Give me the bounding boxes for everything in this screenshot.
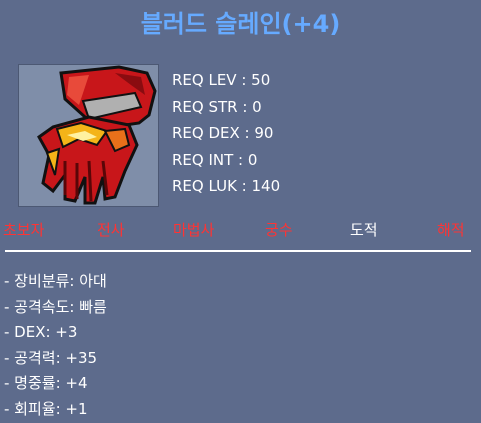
job-warrior: 전사 — [97, 219, 125, 240]
job-list: 초보자 전사 마법사 궁수 도적 해적 — [0, 219, 481, 247]
job-pirate: 해적 — [437, 219, 465, 240]
stat-avoidability: - 회피율: +1 — [4, 398, 107, 423]
stat-attack-speed: - 공격속도: 빠름 — [4, 296, 107, 322]
job-thief: 도적 — [350, 219, 378, 240]
req-str: REQ STR : 0 — [172, 96, 280, 123]
stat-dex: - DEX: +3 — [4, 321, 107, 347]
requirements-list: REQ LEV : 50 REQ STR : 0 REQ DEX : 90 RE… — [172, 69, 280, 202]
stats-list: - 장비분류: 아대 - 공격속도: 빠름 - DEX: +3 - 공격력: +… — [4, 270, 107, 423]
divider — [5, 250, 471, 252]
job-beginner: 초보자 — [3, 219, 44, 240]
req-luk: REQ LUK : 140 — [172, 175, 280, 202]
job-magician: 마법사 — [173, 219, 214, 240]
item-name-title: 블러드 슬레인(+4) — [0, 4, 481, 39]
req-int: REQ INT : 0 — [172, 149, 280, 176]
req-dex: REQ DEX : 90 — [172, 122, 280, 149]
req-level: REQ LEV : 50 — [172, 69, 280, 96]
red-glove-icon — [18, 64, 159, 207]
stat-category: - 장비분류: 아대 — [4, 270, 107, 296]
stat-attack: - 공격력: +35 — [4, 347, 107, 373]
job-archer: 궁수 — [265, 219, 293, 240]
stat-accuracy: - 명중률: +4 — [4, 372, 107, 398]
